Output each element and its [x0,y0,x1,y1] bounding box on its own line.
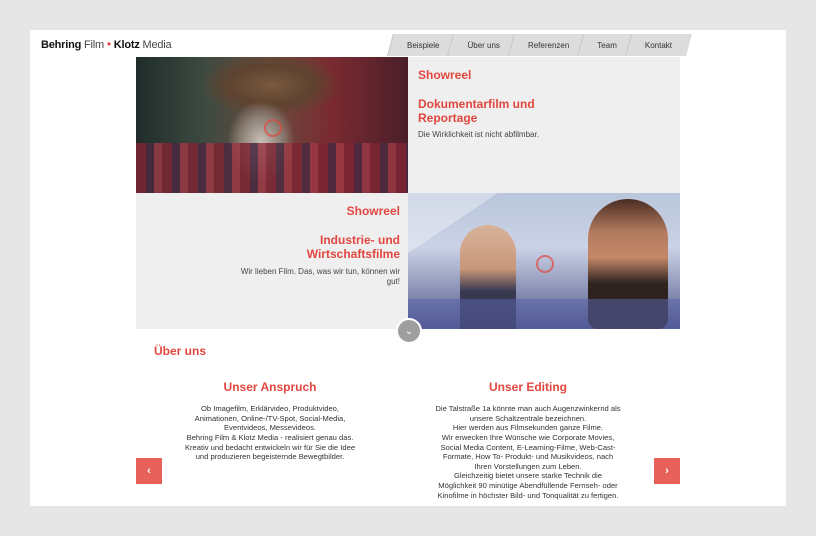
about-column-claim: Unser Anspruch Ob Imagefilm, Erklärvideo… [175,380,365,462]
nav-item-referenzen[interactable]: Referenzen [511,34,586,56]
tile-title[interactable]: Dokumentarfilm und Reportage [418,97,578,126]
documentary-photo [136,57,408,193]
about-column-editing: Unser Editing Die Talstraße 1a könnte ma… [433,380,623,500]
chevron-right-icon: › [665,465,669,477]
logo-film: Film [84,39,104,51]
tile-heading[interactable]: Showreel [418,68,471,82]
logo[interactable]: Behring Film • Klotz Media [41,37,172,51]
page: Behring Film • Klotz Media Beispiele Übe… [30,30,786,506]
logo-behring: Behring [41,39,82,51]
tile-title[interactable]: Industrie- und Wirtschaftsfilme [260,233,400,262]
logo-media: Media [142,39,172,51]
logo-klotz: Klotz [113,39,140,51]
scroll-down-button[interactable]: ⌄ [396,318,422,344]
chevron-left-icon: ‹ [147,465,151,477]
about-title: Über uns [154,344,207,358]
nav-item-kontakt[interactable]: Kontakt [628,34,689,56]
tile-description: Wir lieben Film. Das, was wir tun, könne… [240,267,400,287]
column-title: Unser Anspruch [223,380,317,394]
tile-description: Die Wirklichkeit ist nicht abfilmbar. [418,130,539,139]
carousel-next-button[interactable]: › [654,458,680,484]
photo-overlay-band [408,299,680,329]
column-body: Ob Imagefilm, Erklärvideo, Produktvideo,… [184,404,356,462]
play-ring-icon [536,255,554,273]
carousel-prev-button[interactable]: ‹ [136,458,162,484]
logo-dot: • [106,37,111,51]
play-ring-icon [264,119,282,137]
hero-tile-documentary[interactable]: Showreel Dokumentarfilm und Reportage Di… [408,57,680,193]
hero-image-industry[interactable] [408,193,680,329]
photo-shirt [136,143,408,193]
hero-tile-industry[interactable]: Showreel Industrie- und Wirtschaftsfilme… [136,193,408,329]
industry-photo [408,193,680,329]
column-title: Unser Editing [488,380,567,394]
hero-image-documentary[interactable] [136,57,408,193]
nav-item-beispiele[interactable]: Beispiele [390,34,456,56]
chevron-down-icon: ⌄ [404,325,414,337]
main-nav: Beispiele Über uns Referenzen Team Konta… [390,34,683,56]
column-body: Die Talstraße 1a könnte man auch Augenzw… [435,404,621,500]
nav-item-ueber-uns[interactable]: Über uns [450,34,516,56]
tile-heading[interactable]: Showreel [347,204,400,218]
